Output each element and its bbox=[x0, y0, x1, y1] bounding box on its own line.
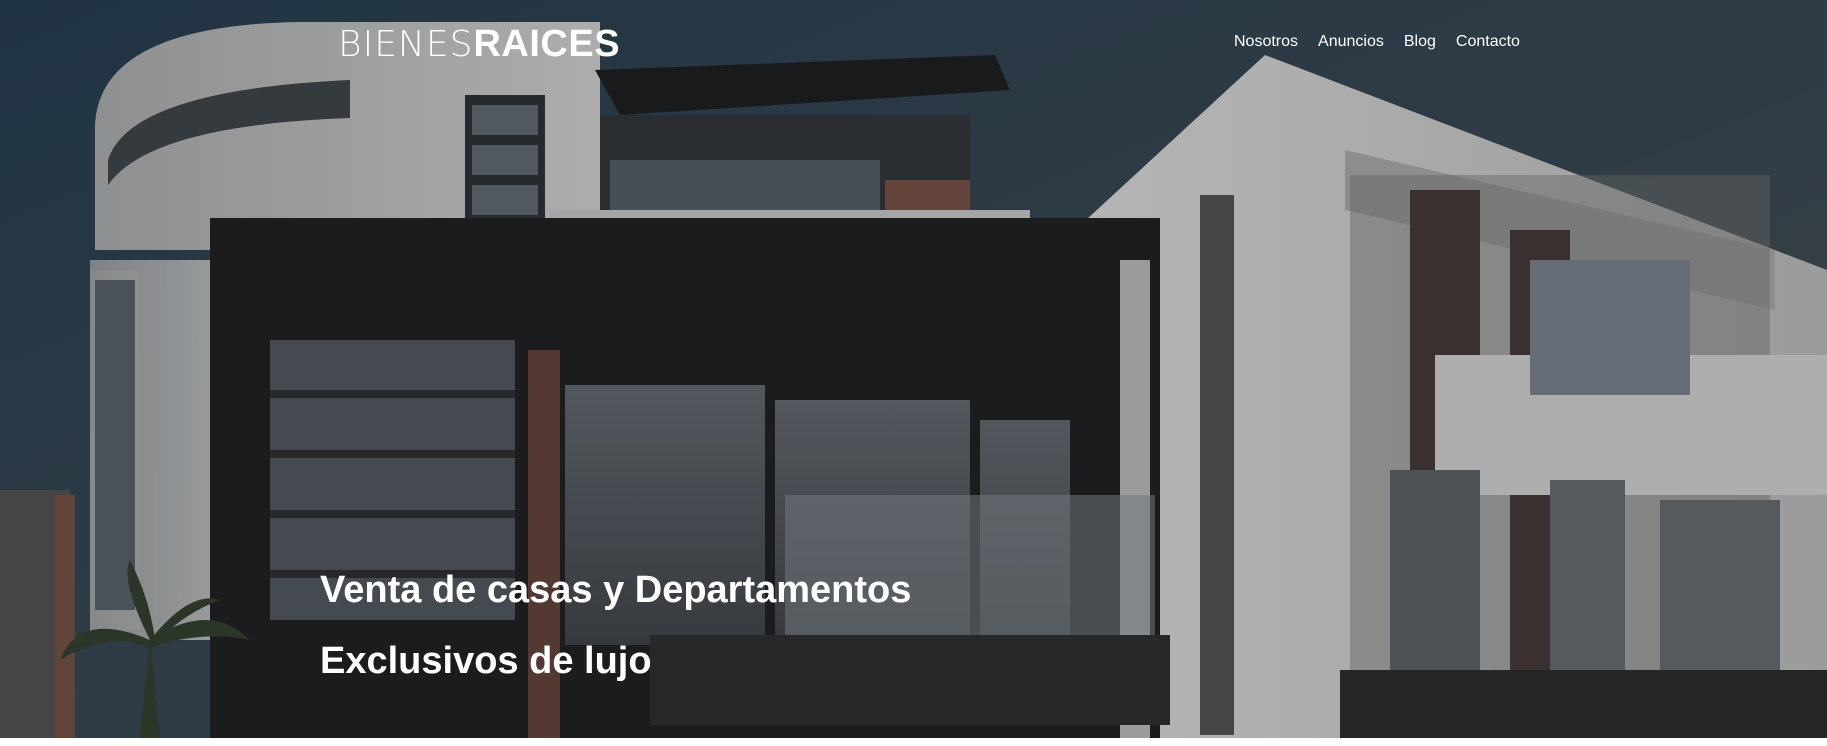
nav-link-contacto[interactable]: Contacto bbox=[1456, 31, 1520, 53]
nav-link-nosotros[interactable]: Nosotros bbox=[1234, 31, 1298, 53]
main-navigation: Nosotros Anuncios Blog Contacto bbox=[1234, 31, 1520, 53]
logo-text-light: BIENES bbox=[338, 24, 474, 65]
hero-dark-overlay bbox=[0, 0, 1827, 738]
hero-section: BIENESRAICES Nosotros Anuncios Blog Cont… bbox=[0, 0, 1827, 738]
page-bottom-edge bbox=[0, 738, 1827, 746]
logo-text-bold: RAICES bbox=[473, 23, 621, 65]
nav-link-blog[interactable]: Blog bbox=[1404, 31, 1436, 53]
hero-title: Venta de casas y Departamentos bbox=[320, 569, 912, 611]
site-logo[interactable]: BIENESRAICES bbox=[338, 20, 620, 69]
hero-subtitle: Exclusivos de lujo bbox=[320, 640, 652, 682]
site-header: BIENESRAICES Nosotros Anuncios Blog Cont… bbox=[0, 0, 1827, 90]
nav-link-anuncios[interactable]: Anuncios bbox=[1318, 31, 1384, 53]
